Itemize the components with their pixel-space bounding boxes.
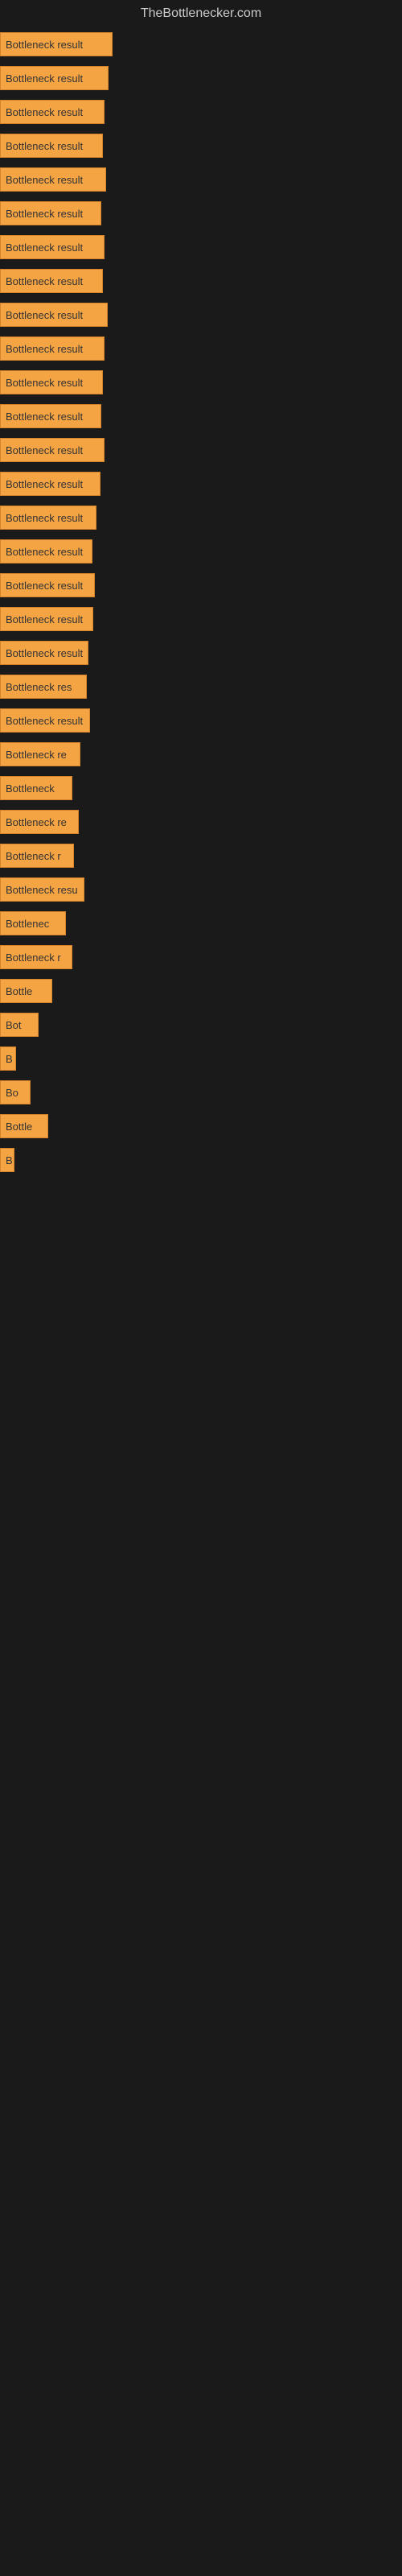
bottleneck-bar: Bottleneck result [0, 269, 103, 293]
bottleneck-bar: Bottleneck result [0, 134, 103, 158]
site-title: TheBottlenecker.com [0, 0, 402, 27]
bottleneck-bar: Bottleneck re [0, 810, 79, 834]
bottleneck-bar: B [0, 1148, 14, 1172]
bottleneck-bar: Bottleneck result [0, 32, 113, 56]
bar-row: Bottleneck resu [0, 873, 402, 906]
bar-row: Bottleneck result [0, 298, 402, 332]
bottleneck-bar: Bottleneck result [0, 235, 105, 259]
bar-row: B [0, 1143, 402, 1177]
bar-row: Bottleneck result [0, 95, 402, 129]
bottleneck-bar: Bottleneck result [0, 100, 105, 124]
bar-row: Bottleneck result [0, 704, 402, 737]
bottleneck-bar: Bottle [0, 1114, 48, 1138]
bar-row: Bottle [0, 1109, 402, 1143]
bar-row: Bottleneck result [0, 129, 402, 163]
bar-row: Bo [0, 1075, 402, 1109]
bar-row: Bottleneck result [0, 535, 402, 568]
bar-row: Bottleneck result [0, 332, 402, 365]
bottleneck-bar: Bottleneck result [0, 370, 103, 394]
bar-row: Bottleneck result [0, 602, 402, 636]
bottleneck-bar: Bottleneck [0, 776, 72, 800]
bar-row: Bottleneck r [0, 940, 402, 974]
bottleneck-bar: Bottleneck result [0, 506, 96, 530]
bottleneck-bar: Bottleneck result [0, 303, 108, 327]
bar-row: Bottleneck result [0, 230, 402, 264]
bottleneck-bar: Bot [0, 1013, 39, 1037]
bar-row: Bottleneck result [0, 163, 402, 196]
bottleneck-bar: Bottleneck result [0, 641, 88, 665]
bar-row: Bottleneck r [0, 839, 402, 873]
bar-row: B [0, 1042, 402, 1075]
bottleneck-bar: Bottleneck result [0, 336, 105, 361]
bar-row [0, 1278, 402, 1312]
bottleneck-bar: Bottleneck result [0, 167, 106, 192]
bar-row [0, 1211, 402, 1245]
bottleneck-bar: Bottleneck result [0, 573, 95, 597]
bottleneck-bar: Bottleneck r [0, 844, 74, 868]
bar-row: Bottleneck [0, 771, 402, 805]
bar-row: Bottleneck re [0, 805, 402, 839]
bottleneck-bar: B [0, 1046, 16, 1071]
bottleneck-bar: Bottleneck res [0, 675, 87, 699]
bar-row [0, 1346, 402, 1380]
bar-row: Bottleneck result [0, 27, 402, 61]
bottleneck-bar: Bottleneck result [0, 404, 101, 428]
bottleneck-bar: Bottleneck result [0, 66, 109, 90]
bottleneck-bar: Bottle [0, 979, 52, 1003]
bottleneck-bar: Bottleneck re [0, 742, 80, 766]
bar-row: Bottleneck result [0, 433, 402, 467]
bar-row: Bottle [0, 974, 402, 1008]
bar-row [0, 1312, 402, 1346]
bar-row: Bottleneck result [0, 399, 402, 433]
bar-row: Bottleneck res [0, 670, 402, 704]
bar-row: Bottleneck result [0, 264, 402, 298]
bar-row [0, 1414, 402, 1447]
bar-row: Bottleneck re [0, 737, 402, 771]
bottleneck-bar: Bottleneck result [0, 708, 90, 733]
bar-row: Bottleneck result [0, 365, 402, 399]
bottleneck-bar: Bottleneck result [0, 472, 100, 496]
bar-row: Bottleneck result [0, 61, 402, 95]
bar-row [0, 1177, 402, 1211]
bottleneck-bar: Bottleneck r [0, 945, 72, 969]
bar-row [0, 1245, 402, 1278]
bar-row [0, 1380, 402, 1414]
bottleneck-bar: Bottleneck resu [0, 877, 84, 902]
bar-row: Bottleneck result [0, 568, 402, 602]
bar-row: Bot [0, 1008, 402, 1042]
bottleneck-bar: Bottleneck result [0, 607, 93, 631]
bottleneck-bar: Bottleneck result [0, 438, 105, 462]
bottleneck-bar: Bo [0, 1080, 31, 1104]
bar-row: Bottleneck result [0, 636, 402, 670]
bars-container: Bottleneck result Bottleneck result Bottle… [0, 27, 402, 1447]
bottleneck-bar: Bottlenec [0, 911, 66, 935]
bar-row: Bottleneck result [0, 196, 402, 230]
bar-row: Bottleneck result [0, 501, 402, 535]
bottleneck-bar: Bottleneck result [0, 201, 101, 225]
bar-row: Bottleneck result [0, 467, 402, 501]
bottleneck-bar: Bottleneck result [0, 539, 92, 564]
bar-row: Bottlenec [0, 906, 402, 940]
